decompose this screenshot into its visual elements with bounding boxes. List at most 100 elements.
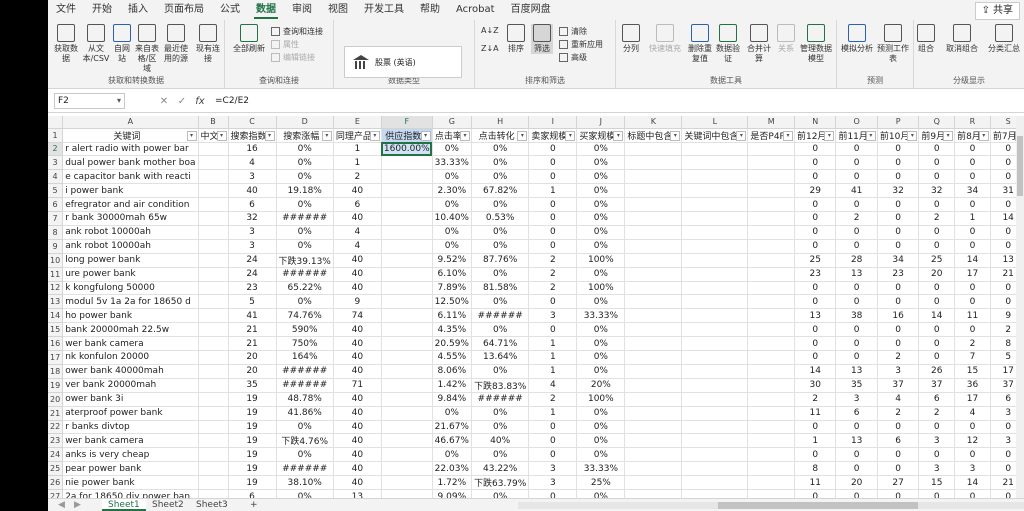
cell[interactable]: 81.58% [471,281,530,296]
cell[interactable]: 0 [918,225,956,240]
row-header[interactable]: 9 [48,239,64,254]
cell[interactable] [198,392,229,407]
cell[interactable] [681,447,749,463]
cell[interactable] [624,239,683,254]
cell[interactable]: long power bank [62,253,199,268]
cell[interactable]: 0% [471,142,530,157]
cell[interactable]: 40 [333,406,382,421]
cell[interactable]: 0 [528,447,578,463]
cell[interactable] [681,197,749,212]
cell[interactable]: wer bank camera [62,336,199,351]
cell[interactable]: 0 [877,155,920,171]
column-header-P[interactable]: P [877,116,920,129]
cell[interactable]: wer bank camera [62,433,199,449]
row-header[interactable]: 5 [48,183,64,199]
formula-input[interactable]: =C2/E2 [215,96,249,106]
cell[interactable] [624,392,683,407]
cell[interactable]: 0 [918,281,956,296]
cell[interactable] [381,350,433,365]
cell[interactable]: 0% [276,447,334,463]
cell[interactable] [747,420,795,435]
cell[interactable]: 0% [576,433,626,449]
cell[interactable]: 36 [954,378,991,393]
cell[interactable] [747,378,795,393]
cell[interactable] [747,406,795,421]
cell[interactable]: ank robot 10000ah [62,239,199,254]
cell[interactable]: 下跌39.13% [276,253,334,268]
cell[interactable]: 34 [954,183,991,199]
cell[interactable] [747,197,795,212]
cell[interactable]: 0 [877,420,920,435]
cell[interactable] [624,364,683,379]
cell[interactable]: 0 [918,336,956,351]
cell[interactable]: 0 [877,489,920,498]
cell[interactable] [624,461,683,477]
cell[interactable]: 43.22% [471,461,530,477]
cell[interactable]: 590% [276,322,334,338]
cell[interactable]: 40 [333,461,382,477]
cell[interactable] [681,183,749,199]
cell[interactable]: 25 [794,253,837,268]
cell[interactable]: pear power bank [62,461,199,477]
cell[interactable]: 0 [794,169,837,185]
filter-dropdown-icon[interactable]: ▾ [613,130,624,141]
cell[interactable]: k kongfulong 50000 [62,281,199,296]
cell[interactable]: 2 [918,406,956,421]
cell[interactable]: 19.18% [276,183,334,199]
cell[interactable]: 38.10% [276,475,334,491]
cell[interactable] [681,378,749,393]
cell[interactable] [381,392,433,407]
header-cell[interactable]: 前10月 ▾ [877,128,920,143]
column-header-B[interactable]: B [198,116,229,129]
cell[interactable] [198,225,229,240]
column-header-G[interactable]: G [432,116,473,129]
cell[interactable]: 35 [835,378,878,393]
cell[interactable]: 87.76% [471,253,530,268]
cell[interactable] [681,267,749,282]
cell[interactable] [381,253,433,268]
cell[interactable]: 0 [877,197,920,212]
cell[interactable] [681,406,749,421]
cell[interactable]: 40 [333,253,382,268]
cell[interactable] [624,336,683,351]
cell[interactable]: 0 [954,420,991,435]
cell[interactable] [681,461,749,477]
cell[interactable]: ower bank 40000mah [62,364,199,379]
cell[interactable] [624,322,683,338]
cell[interactable]: 15 [954,364,991,379]
cell[interactable] [747,267,795,282]
cell[interactable]: 0% [576,211,626,226]
row-header[interactable]: 18 [48,364,64,379]
header-cell[interactable]: 前12月 ▾ [794,128,837,143]
cell[interactable]: ver bank 20000mah [62,378,199,393]
cell[interactable]: 0% [432,239,473,254]
cell[interactable]: 0% [276,169,334,185]
cell[interactable]: 0 [528,197,578,212]
cell[interactable]: 0 [794,420,837,435]
cell[interactable]: 4 [877,392,920,407]
cell[interactable]: 0% [471,294,530,310]
properties-button[interactable]: 属性 [271,39,299,50]
cell[interactable] [681,155,749,171]
subtotal-button[interactable]: 分类汇总 [986,24,1022,54]
cell[interactable]: 0 [954,142,991,157]
cell[interactable]: bank 20000mah 22.5w [62,322,199,338]
cell[interactable]: 4 [333,225,382,240]
row-header[interactable]: 10 [48,253,64,268]
cell[interactable] [747,211,795,226]
cell[interactable]: 0 [528,420,578,435]
sort-ascending-button[interactable]: A↓Z [481,26,499,35]
vertical-scroll-thumb[interactable] [1017,136,1023,196]
cell[interactable]: 4 [333,239,382,254]
cell[interactable]: 3 [528,475,578,491]
cell[interactable] [747,253,795,268]
cell[interactable]: 0% [276,155,334,171]
cell[interactable]: 1 [794,433,837,449]
cell[interactable]: 0 [954,197,991,212]
cell[interactable]: 40 [333,420,382,435]
cell[interactable]: 0% [276,239,334,254]
cell[interactable]: 33.33% [576,308,626,324]
cell[interactable]: 0 [954,239,991,254]
cell[interactable] [747,169,795,185]
cell[interactable]: 0 [835,239,878,254]
